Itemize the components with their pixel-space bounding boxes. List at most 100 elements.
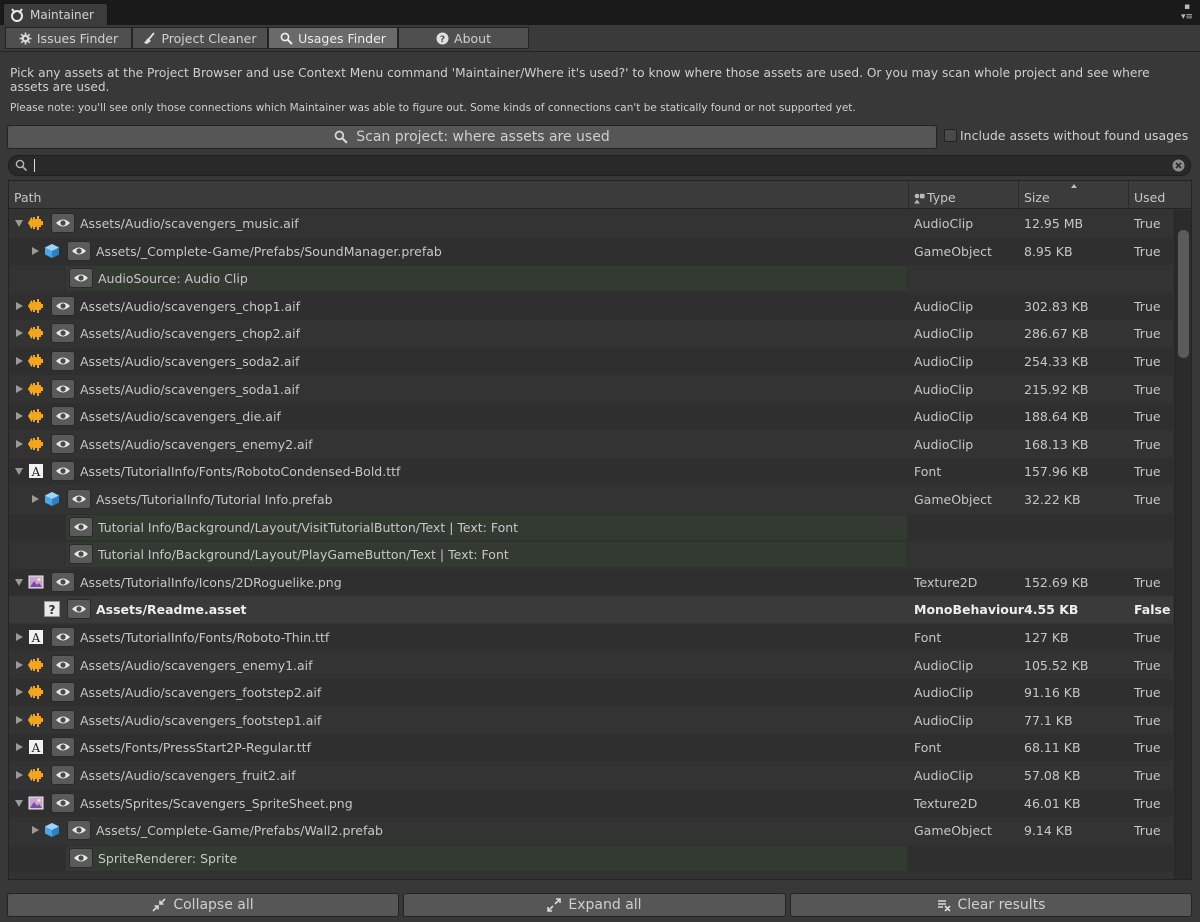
eye-icon[interactable] — [51, 296, 75, 316]
used-cell: True — [1134, 299, 1161, 314]
collapse-arrow-icon[interactable] — [15, 468, 23, 475]
table-row[interactable]: Assets/Audio/scavengers_soda1.aif AudioCl… — [9, 376, 1173, 403]
table-row[interactable]: Assets/Audio/scavengers_enemy1.aif AudioC… — [9, 652, 1173, 679]
expand-arrow-icon[interactable] — [16, 771, 23, 779]
collapse-arrow-icon[interactable] — [15, 579, 23, 586]
expand-arrow-icon[interactable] — [16, 412, 23, 420]
expand-arrow-icon[interactable] — [16, 357, 23, 365]
svg-text:A: A — [31, 631, 41, 645]
eye-icon[interactable] — [67, 820, 91, 840]
column-header-used[interactable]: Used — [1128, 181, 1191, 209]
font-icon: A — [28, 629, 44, 645]
reference-row[interactable]: SpriteRenderer: Sprite — [9, 845, 1173, 872]
table-row[interactable]: Assets/Audio/scavengers_music.aif AudioCl… — [9, 210, 1173, 237]
eye-icon[interactable] — [51, 351, 75, 371]
expand-arrow-icon[interactable] — [16, 302, 23, 310]
collapse-arrow-icon[interactable] — [15, 800, 23, 807]
expand-arrow-icon[interactable] — [16, 633, 23, 641]
type-cell: AudioClip — [914, 216, 974, 231]
eye-icon[interactable] — [69, 268, 93, 288]
table-row[interactable]: Assets/Sprites/Scavengers_SpriteSheet.pn… — [9, 790, 1173, 817]
reference-row[interactable]: Tutorial Info/Background/Layout/VisitTut… — [9, 514, 1173, 541]
expand-arrow-icon[interactable] — [32, 826, 39, 834]
table-row[interactable]: Assets/Audio/scavengers_die.aif AudioClip… — [9, 403, 1173, 430]
path-cell: Assets/Audio/scavengers_music.aif — [80, 216, 299, 231]
include-unused-checkbox[interactable] — [944, 128, 957, 142]
expand-arrow-icon[interactable] — [32, 247, 39, 255]
eye-icon[interactable] — [51, 434, 75, 454]
window-tab[interactable]: Maintainer — [3, 3, 108, 25]
table-row[interactable]: Assets/Audio/scavengers_chop1.aif AudioCl… — [9, 293, 1173, 320]
eye-icon[interactable] — [69, 517, 93, 537]
table-row[interactable]: Assets/TutorialInfo/Icons/2DRoguelike.pn… — [9, 569, 1173, 596]
eye-icon[interactable] — [51, 655, 75, 675]
eye-icon[interactable] — [67, 599, 91, 619]
reference-row[interactable]: Tutorial Info/Background/Layout/PlayGame… — [9, 541, 1173, 568]
table-body: Assets/Audio/scavengers_music.aif AudioCl… — [9, 210, 1173, 879]
expand-arrow-icon[interactable] — [16, 661, 23, 669]
expand-arrow-icon[interactable] — [16, 385, 23, 393]
tab-project-cleaner[interactable]: Project Cleaner — [132, 27, 268, 49]
clear-search-icon[interactable] — [1172, 159, 1185, 172]
include-unused-toggle[interactable]: Include assets without found usages — [944, 126, 1188, 144]
eye-icon[interactable] — [67, 489, 91, 509]
eye-icon[interactable] — [51, 793, 75, 813]
eye-icon[interactable] — [51, 737, 75, 757]
eye-icon[interactable] — [51, 379, 75, 399]
used-cell: True — [1134, 326, 1161, 341]
expand-arrow-icon[interactable] — [16, 688, 23, 696]
audio-clip-icon — [27, 353, 44, 369]
table-row[interactable]: Assets/_Complete-Game/Prefabs/SoundManag… — [9, 238, 1173, 265]
expand-arrow-icon[interactable] — [16, 743, 23, 751]
table-row[interactable]: Assets/Audio/scavengers_soda2.aif AudioCl… — [9, 348, 1173, 375]
table-row[interactable]: A Assets/Fonts/PressStart2P-Regular.ttf Fo… — [9, 734, 1173, 761]
eye-icon[interactable] — [51, 710, 75, 730]
scan-project-button[interactable]: Scan project: where assets are used — [7, 125, 937, 149]
search-input[interactable] — [33, 157, 1163, 174]
collapse-arrow-icon[interactable] — [15, 220, 23, 227]
eye-icon[interactable] — [67, 241, 91, 261]
tab-usages-finder[interactable]: Usages Finder — [268, 27, 398, 49]
table-row[interactable]: Assets/TutorialInfo/Tutorial Info.prefab… — [9, 486, 1173, 513]
collapse-icon — [152, 898, 166, 912]
audio-clip-icon — [27, 325, 44, 341]
tab-about[interactable]: ? About — [398, 27, 529, 49]
table-row[interactable]: ? Assets/Readme.asset MonoBehaviour 4.55 KB… — [9, 596, 1173, 623]
eye-icon[interactable] — [51, 572, 75, 592]
table-row[interactable]: Assets/Audio/scavengers_chop2.aif AudioCl… — [9, 320, 1173, 347]
used-cell: True — [1134, 575, 1161, 590]
scrollbar-thumb[interactable] — [1178, 230, 1189, 358]
table-row[interactable]: A Assets/TutorialInfo/Fonts/RobotoCondens… — [9, 458, 1173, 485]
expand-all-button[interactable]: Expand all — [403, 893, 786, 917]
table-row[interactable]: A Assets/TutorialInfo/Fonts/Roboto-Thin.t… — [9, 624, 1173, 651]
path-cell: Assets/Audio/scavengers_enemy1.aif — [80, 658, 313, 673]
eye-icon[interactable] — [51, 682, 75, 702]
used-cell: True — [1134, 464, 1161, 479]
column-header-path[interactable]: Path — [9, 181, 908, 209]
reference-row[interactable]: AudioSource: Audio Clip — [9, 265, 1173, 292]
eye-icon[interactable] — [51, 213, 75, 233]
table-row[interactable]: Assets/Audio/scavengers_fruit2.aif AudioC… — [9, 762, 1173, 789]
eye-icon[interactable] — [51, 461, 75, 481]
expand-arrow-icon[interactable] — [32, 495, 39, 503]
eye-icon[interactable] — [51, 406, 75, 426]
table-row[interactable]: Assets/_Complete-Game/Prefabs/Wall2.pref… — [9, 817, 1173, 844]
eye-icon[interactable] — [51, 765, 75, 785]
table-row[interactable]: Assets/Audio/scavengers_enemy2.aif AudioC… — [9, 431, 1173, 458]
clear-results-button[interactable]: Clear results — [790, 893, 1192, 917]
window-menu-icon[interactable]: ▪ ▾≡ — [1180, 2, 1194, 22]
table-row[interactable]: Assets/Audio/scavengers_footstep2.aif Aud… — [9, 679, 1173, 706]
expand-arrow-icon[interactable] — [16, 329, 23, 337]
expand-arrow-icon[interactable] — [16, 716, 23, 724]
eye-icon[interactable] — [69, 848, 93, 868]
eye-icon[interactable] — [51, 627, 75, 647]
tab-issues-finder[interactable]: Issues Finder — [5, 27, 132, 49]
eye-icon[interactable] — [51, 323, 75, 343]
vertical-scrollbar[interactable] — [1174, 210, 1191, 879]
collapse-all-button[interactable]: Collapse all — [7, 893, 399, 917]
table-row[interactable]: Assets/Audio/scavengers_footstep1.aif Aud… — [9, 707, 1173, 734]
column-header-type[interactable]: Type — [908, 181, 1018, 209]
expand-arrow-icon[interactable] — [16, 440, 23, 448]
type-cell: Font — [914, 740, 942, 755]
eye-icon[interactable] — [69, 544, 93, 564]
